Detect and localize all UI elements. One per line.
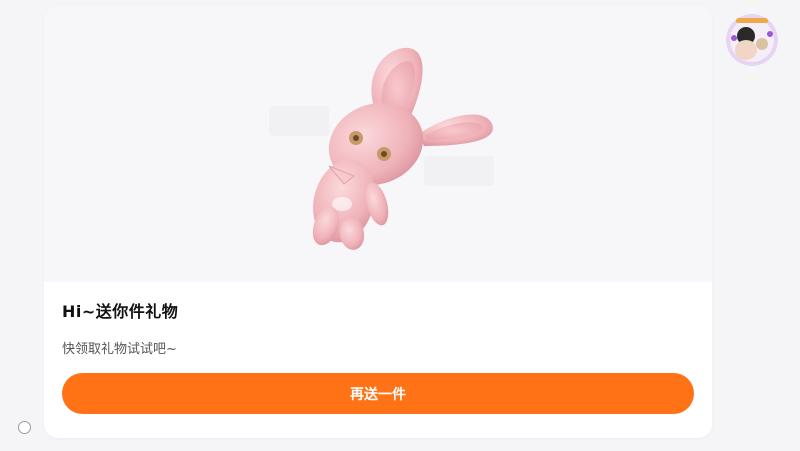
select-radio[interactable] bbox=[18, 421, 31, 434]
gift-title: Hi~送你件礼物 bbox=[62, 302, 179, 321]
chat-page: Hi~送你件礼物 快领取礼物试试吧~ 再送一件 bbox=[0, 0, 800, 451]
gift-image-area bbox=[44, 6, 712, 282]
gift-card[interactable]: Hi~送你件礼物 快领取礼物试试吧~ 再送一件 bbox=[44, 6, 712, 438]
gift-subtitle: 快领取礼物试试吧~ bbox=[62, 342, 177, 357]
user-avatar[interactable] bbox=[726, 14, 778, 66]
avatar-icon bbox=[726, 14, 778, 66]
pink-bunny-plush-icon bbox=[269, 47, 494, 250]
send-another-button[interactable]: 再送一件 bbox=[62, 373, 694, 414]
